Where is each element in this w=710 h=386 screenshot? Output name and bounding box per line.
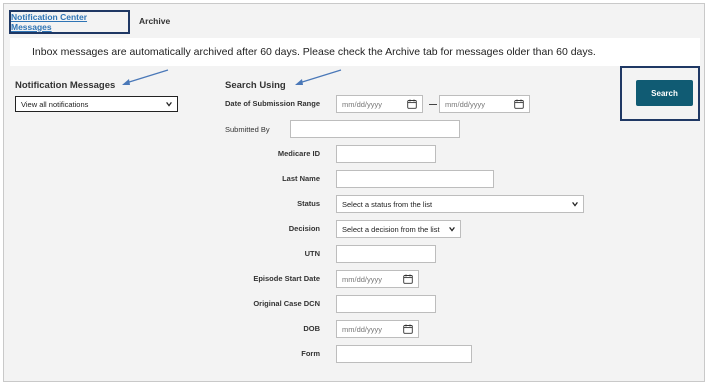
episode-start-date-input[interactable]: mm/dd/yyyy [336, 270, 419, 288]
archive-info-banner: Inbox messages are automatically archive… [10, 38, 700, 66]
date-placeholder: mm/dd/yyyy [342, 274, 383, 284]
status-label: Status [297, 199, 320, 208]
original-case-dcn-input[interactable] [336, 295, 436, 313]
last-name-label: Last Name [282, 174, 320, 183]
notification-messages-heading: Notification Messages [15, 80, 116, 91]
status-select[interactable]: Select a status from the list [336, 195, 584, 213]
decision-label: Decision [288, 224, 320, 233]
submission-to-date-input[interactable]: mm/dd/yyyy [439, 95, 530, 113]
medicare-id-input[interactable] [336, 145, 436, 163]
form-input[interactable] [336, 345, 472, 363]
calendar-icon[interactable] [407, 99, 417, 109]
submitted-by-label: Submitted By [225, 125, 270, 134]
date-placeholder: mm/dd/yyyy [342, 324, 383, 334]
date-placeholder: mm/dd/yyyy [342, 99, 383, 109]
dob-label: DOB [303, 324, 320, 333]
tab-label: Notification Center Messages [11, 12, 88, 32]
dob-input[interactable]: mm/dd/yyyy [336, 320, 419, 338]
arrow-icon [122, 69, 169, 85]
submission-from-date-input[interactable]: mm/dd/yyyy [336, 95, 423, 113]
notification-filter-select[interactable]: View all notifications [15, 96, 178, 112]
tab-archive[interactable]: Archive [139, 16, 170, 26]
calendar-icon[interactable] [403, 324, 413, 334]
submitted-by-input[interactable] [290, 120, 460, 138]
episode-start-date-label: Episode Start Date [253, 274, 320, 283]
decision-select-value: Select a decision from the list [342, 224, 440, 234]
arrow-icon [295, 69, 342, 85]
medicare-id-label: Medicare ID [277, 149, 320, 158]
chevron-down-icon [572, 202, 578, 207]
utn-input[interactable] [336, 245, 436, 263]
banner-text: Inbox messages are automatically archive… [32, 46, 596, 58]
form-label: Form [301, 349, 320, 358]
submission-range-label: Date of Submission Range [225, 99, 321, 108]
calendar-icon[interactable] [514, 99, 524, 109]
status-select-value: Select a status from the list [342, 199, 433, 209]
tab-notification-center-messages[interactable]: Notification Center Messages [9, 10, 130, 34]
chevron-down-icon [449, 227, 455, 232]
utn-label: UTN [304, 249, 320, 258]
notification-filter-value: View all notifications [21, 99, 89, 109]
decision-select[interactable]: Select a decision from the list [336, 220, 461, 238]
search-using-heading: Search Using [225, 80, 286, 91]
range-dash [429, 104, 437, 105]
main-area: Notification Messages View all notificat… [10, 66, 700, 374]
chevron-down-icon [166, 102, 172, 107]
original-case-dcn-label: Original Case DCN [253, 299, 320, 308]
calendar-icon[interactable] [403, 274, 413, 284]
date-placeholder: mm/dd/yyyy [445, 99, 486, 109]
last-name-input[interactable] [336, 170, 494, 188]
